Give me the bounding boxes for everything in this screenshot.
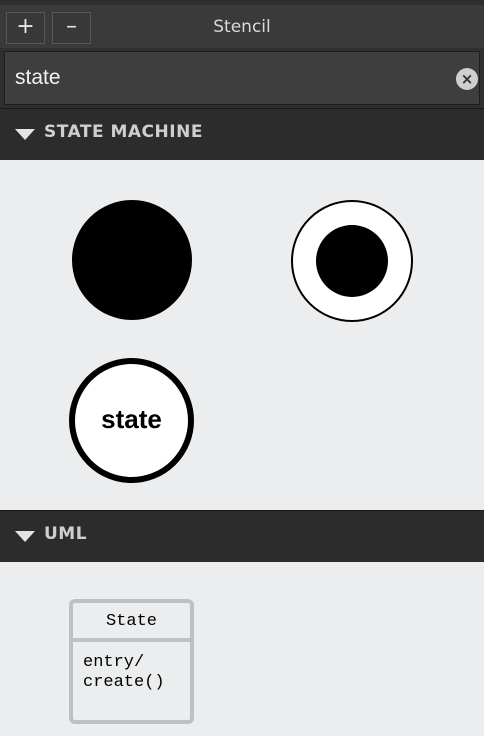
section-title: UML: [44, 524, 88, 544]
panel-title: Stencil: [213, 17, 271, 37]
final-state-shape[interactable]: [291, 200, 413, 322]
section-title: STATE MACHINE: [44, 122, 203, 142]
initial-state-shape[interactable]: [72, 200, 192, 320]
uml-state-shape[interactable]: State entry/ create(): [69, 599, 194, 724]
clear-search-icon[interactable]: ×: [456, 68, 478, 90]
collapse-triangle-icon[interactable]: [15, 129, 35, 140]
uml-state-body-line2: create(): [83, 673, 165, 692]
uml-state-body: entry/ create(): [83, 653, 165, 693]
section-header-uml[interactable]: UML: [0, 510, 484, 562]
section-header-state-machine[interactable]: STATE MACHINE: [0, 108, 484, 160]
state-shape-label: state: [101, 404, 162, 434]
uml-state-name: State: [73, 603, 190, 642]
search-bar: [0, 48, 484, 108]
state-shape[interactable]: state: [69, 358, 194, 483]
stencil-toolbar: + – Stencil: [0, 0, 484, 48]
final-state-inner-dot: [316, 225, 388, 297]
search-input[interactable]: [4, 51, 480, 105]
uml-state-body-line1: entry/: [83, 653, 145, 672]
collapse-triangle-icon[interactable]: [15, 531, 35, 542]
section-body-state-machine: [0, 160, 484, 510]
